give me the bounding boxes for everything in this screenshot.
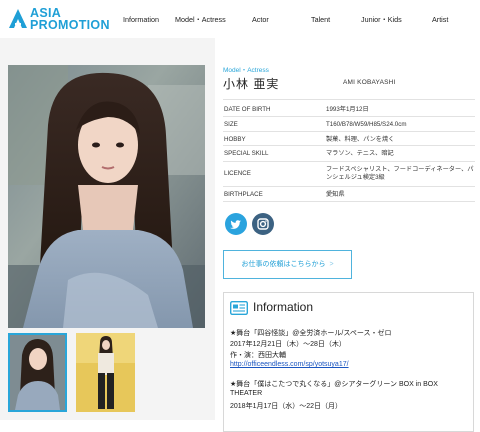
thumbnail-1[interactable] xyxy=(8,333,67,412)
information-header: Information xyxy=(229,300,313,317)
nav-model-actress[interactable]: Model・Actress xyxy=(175,15,226,25)
instagram-button[interactable] xyxy=(252,213,274,235)
category-label: Model・Actress xyxy=(223,67,269,74)
info-line: 2017年12月21日（木）〜28日（木） xyxy=(230,341,346,348)
profile-row: SPECIAL SKILL マラソン、テニス、暗記 xyxy=(223,145,475,161)
profile-key: SPECIAL SKILL xyxy=(224,150,269,157)
nav-actor[interactable]: Actor xyxy=(252,15,269,24)
information-box: Information ★舞台「四谷怪談」@全労済ホール/スペース・ゼロ 201… xyxy=(223,292,474,432)
info-line: ★舞台「僕はこたつで丸くなる」@シアターグリーン BOX in BOX xyxy=(230,381,438,388)
profile-value: T160/B78/W59/H85/S24.0cm xyxy=(326,121,407,128)
profile-table: DATE OF BIRTH 1993年1月12日 SIZE T160/B78/W… xyxy=(223,99,475,202)
nav-information[interactable]: Information xyxy=(123,15,159,24)
information-title: Information xyxy=(253,300,314,314)
talent-name-japanese: 小林 亜実 xyxy=(223,77,280,91)
profile-key: BIRTHPLACE xyxy=(224,191,263,198)
instagram-icon xyxy=(257,218,269,230)
info-line: 作・演：西田大輔 xyxy=(230,352,286,359)
twitter-button[interactable] xyxy=(225,213,247,235)
profile-value: フードスペシャリスト、フードコーディネーター、パンシェルジュ検定3級 xyxy=(326,166,474,181)
chevron-right-icon: > xyxy=(329,261,334,268)
profile-key: DATE OF BIRTH xyxy=(224,106,271,113)
nav-artist[interactable]: Artist xyxy=(432,15,448,24)
profile-key: HOBBY xyxy=(224,136,246,143)
main-nav: Information Model・Actress Actor Talent J… xyxy=(0,15,480,29)
profile-value: マラソン、テニス、暗記 xyxy=(326,150,394,157)
info-link[interactable]: http://officeendless.com/sp/yotsuya17/ xyxy=(230,361,349,368)
profile-key: LICENCE xyxy=(224,170,251,177)
profile-row: DATE OF BIRTH 1993年1月12日 xyxy=(223,99,475,116)
profile-value: 愛知県 xyxy=(326,191,345,198)
work-request-label: お仕事の依頼はこちらから xyxy=(241,261,326,268)
work-request-button[interactable]: お仕事の依頼はこちらから > xyxy=(223,250,352,279)
info-line: ★舞台「四谷怪談」@全労済ホール/スペース・ゼロ xyxy=(230,330,392,337)
profile-key: SIZE xyxy=(224,121,238,128)
nav-talent[interactable]: Talent xyxy=(311,15,330,24)
info-line: 2018年1月17日（水）〜22日（月） xyxy=(230,403,343,410)
newspaper-icon xyxy=(229,300,249,316)
profile-row: BIRTHPLACE 愛知県 xyxy=(223,186,475,202)
thumbnail-2[interactable] xyxy=(76,333,135,412)
profile-row: LICENCE フードスペシャリスト、フードコーディネーター、パンシェルジュ検定… xyxy=(223,161,475,186)
info-line: THEATER xyxy=(230,390,263,397)
site-header: ASIA PROMOTION Information Model・Actress… xyxy=(0,0,480,38)
profile-row: HOBBY 製菓、料理、パンを焼く xyxy=(223,131,475,145)
talent-name-english: AMI KOBAYASHI xyxy=(343,79,396,86)
nav-junior-kids[interactable]: Junior・Kids xyxy=(361,15,402,25)
profile-main-photo xyxy=(8,65,205,328)
twitter-bird-icon xyxy=(230,220,241,229)
profile-value: 1993年1月12日 xyxy=(326,106,369,113)
profile-value: 製菓、料理、パンを焼く xyxy=(326,136,395,143)
profile-row: SIZE T160/B78/W59/H85/S24.0cm xyxy=(223,116,475,131)
